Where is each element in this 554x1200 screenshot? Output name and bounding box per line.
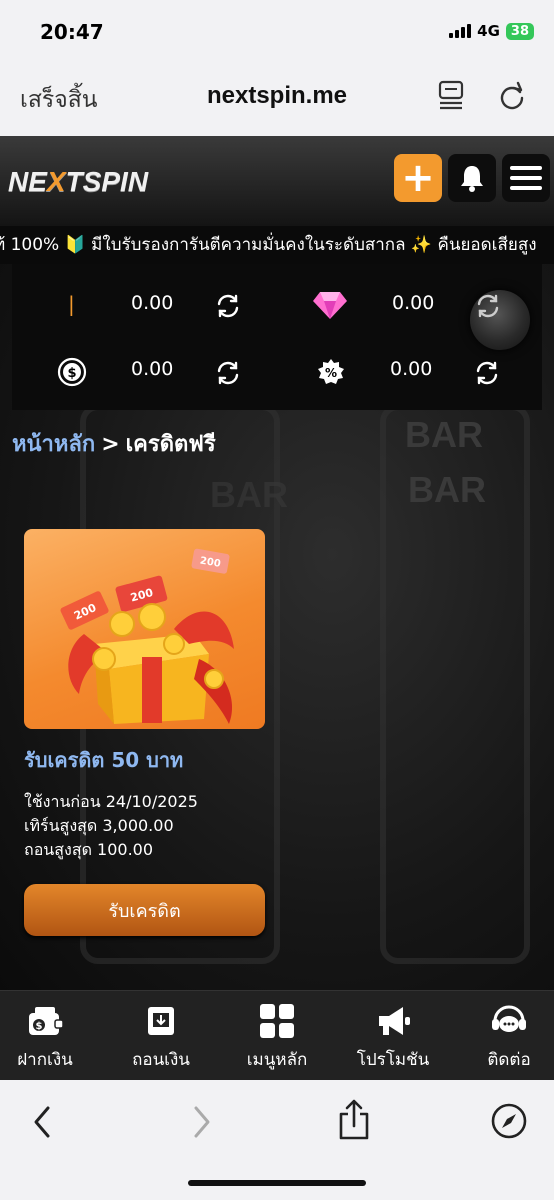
- promo-title: รับเครดิต 50 บาท: [24, 748, 184, 772]
- reader-icon[interactable]: [438, 80, 466, 110]
- nav-label: ถอนเงิน: [132, 1050, 190, 1070]
- network-type: 4G: [477, 22, 500, 40]
- svg-text:%: %: [325, 366, 337, 380]
- menu-button[interactable]: [502, 154, 550, 202]
- status-time: 20:47: [40, 20, 104, 44]
- svg-text:$: $: [67, 366, 76, 381]
- diamond-balance: 0.00: [392, 292, 435, 314]
- nav-promotion[interactable]: โปรโมชัน: [338, 991, 448, 1081]
- reload-icon[interactable]: [496, 80, 528, 112]
- bar-symbol-decoration: BAR: [210, 474, 288, 515]
- support-icon: [492, 1005, 526, 1032]
- commission-icon: %: [318, 359, 344, 384]
- gift-box-illustration: 200 200 200: [60, 548, 234, 724]
- claim-credit-button[interactable]: รับเครดิต: [24, 884, 265, 936]
- nav-label: โปรโมชัน: [356, 1050, 430, 1070]
- breadcrumb-home-link[interactable]: หน้าหลัก: [12, 432, 95, 457]
- breadcrumb-current: เครดิตฟรี: [125, 432, 216, 457]
- logo-x: X: [46, 166, 66, 197]
- announcement-marquee: ท้ 100% 🔰 มีใบรับรองการันตีความมั่นคงในร…: [0, 226, 554, 264]
- refresh-icon[interactable]: [215, 360, 241, 386]
- logo-part: TSPIN: [65, 166, 149, 197]
- nav-withdraw[interactable]: ถอนเงิน: [106, 991, 216, 1081]
- refresh-icon[interactable]: [474, 360, 500, 386]
- share-icon[interactable]: [336, 1098, 372, 1142]
- refresh-icon[interactable]: [475, 293, 501, 319]
- promo-expiry: ใช้งานก่อน 24/10/2025: [24, 792, 198, 811]
- megaphone-icon: [379, 1007, 410, 1035]
- cashback-icon: $: [57, 357, 87, 387]
- diamond-icon: [313, 292, 347, 319]
- status-indicators: 4G 38: [449, 22, 534, 40]
- browser-top-bar: 20:47 4G 38 เสร็จสิ้น nextspin.me: [0, 0, 554, 136]
- nav-main-menu[interactable]: เมนูหลัก: [222, 991, 332, 1081]
- url-display[interactable]: nextspin.me: [0, 82, 554, 110]
- deposit-icon: $: [29, 1007, 64, 1035]
- nav-deposit[interactable]: $ ฝากเงิน: [0, 991, 100, 1081]
- grid-icon: [260, 1004, 294, 1038]
- compass-icon[interactable]: [490, 1102, 528, 1140]
- promo-max-turnover: เทิร์นสูงสุด 3,000.00: [24, 816, 174, 835]
- bottom-navigation: $ ฝากเงิน ถอนเงิน เมนูหลัก โปรโมชัน ติดต…: [0, 990, 554, 1080]
- breadcrumb-separator: >: [101, 432, 120, 457]
- nextspin-logo[interactable]: NEXTSPIN: [8, 166, 148, 198]
- marquee-text: ท้ 100% 🔰 มีใบรับรองการันตีความมั่นคงในร…: [0, 235, 537, 255]
- svg-text:$: $: [36, 1021, 43, 1032]
- breadcrumb: หน้าหลัก > เครดิตฟรี: [12, 426, 216, 461]
- battery-icon: 38: [505, 22, 534, 40]
- bar-symbol-decoration: BAR: [405, 414, 483, 455]
- promo-max-withdraw: ถอนสูงสุด 100.00: [24, 840, 154, 859]
- commission-balance: 0.00: [390, 358, 433, 380]
- forward-icon[interactable]: [190, 1104, 214, 1140]
- wallet-marker: |: [68, 292, 75, 316]
- balance-panel: [12, 264, 542, 410]
- hamburger-icon: [510, 166, 542, 190]
- nav-label: เมนูหลัก: [246, 1050, 308, 1070]
- wallet-balance: 0.00: [131, 292, 174, 314]
- nav-label: ฝากเงิน: [17, 1050, 73, 1070]
- home-indicator: [188, 1180, 366, 1186]
- bar-symbol-decoration: BAR: [408, 469, 486, 510]
- bell-icon: [461, 166, 483, 192]
- back-icon[interactable]: [30, 1104, 54, 1140]
- signal-icon: [449, 24, 472, 38]
- cashback-balance: 0.00: [131, 358, 174, 380]
- notification-button[interactable]: [448, 154, 496, 202]
- nav-label: ติดต่อ: [487, 1050, 531, 1070]
- withdraw-icon: [148, 1007, 174, 1035]
- add-button[interactable]: +: [394, 154, 442, 202]
- nav-contact[interactable]: ติดต่อ: [454, 991, 554, 1081]
- refresh-icon[interactable]: [215, 293, 241, 319]
- promo-gift-image: 200 200 200: [24, 529, 265, 729]
- logo-part: NE: [8, 166, 47, 197]
